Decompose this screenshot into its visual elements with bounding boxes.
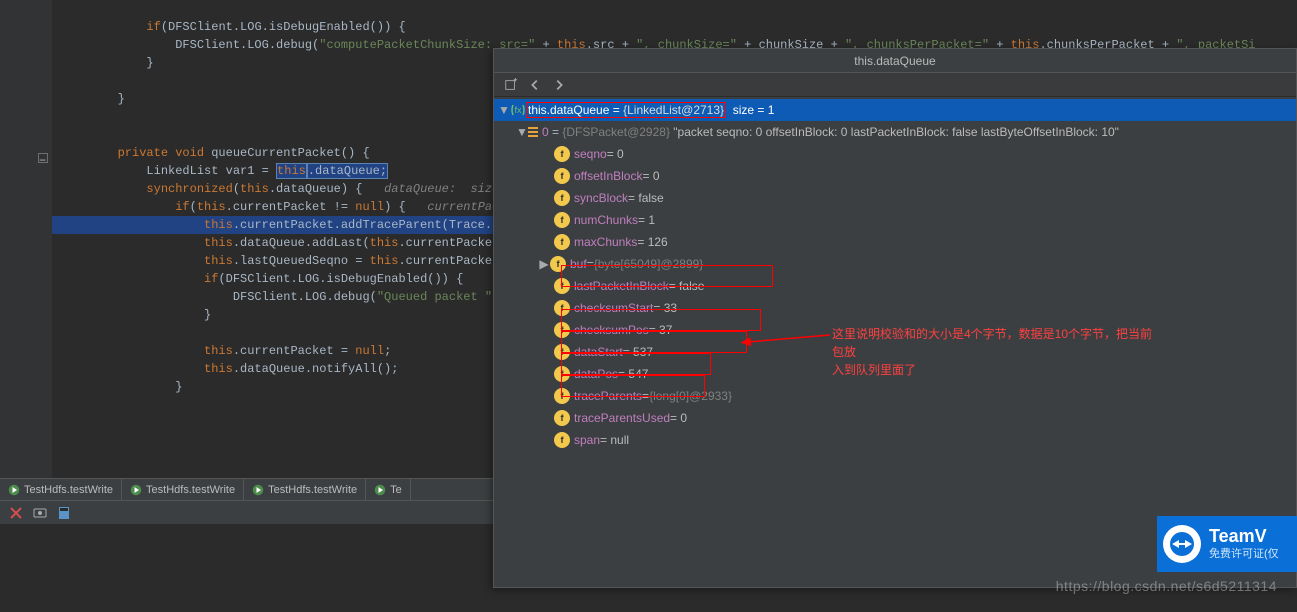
field-icon: f: [554, 322, 570, 338]
root-class: {LinkedList@2713}: [623, 103, 724, 117]
field-value: = null: [600, 433, 629, 447]
field-offsetInBlock[interactable]: f offsetInBlock = 0: [494, 165, 1296, 187]
field-name: dataPos: [574, 367, 618, 381]
forward-icon[interactable]: [552, 78, 566, 92]
tab-label: Te: [390, 484, 402, 496]
field-icon: f: [554, 300, 570, 316]
run-icon: [252, 484, 264, 496]
tab-testwrite-3[interactable]: TestHdfs.testWrite: [244, 479, 366, 501]
field-name: traceParentsUsed: [574, 411, 670, 425]
variables-tree[interactable]: ▼ fx this.dataQueue = {LinkedList@2713} …: [494, 97, 1296, 453]
elem-index: 0: [542, 125, 549, 139]
run-icon: [374, 484, 386, 496]
annotation-text: 这里说明校验和的大小是4个字节，数据是10个字节，把当前包放入到队列里面了: [832, 325, 1162, 379]
field-name: offsetInBlock: [574, 169, 642, 183]
teamviewer-icon: [1163, 525, 1201, 563]
panel-toolbar: [494, 73, 1296, 97]
field-seqno[interactable]: fseqno = 0: [494, 143, 1296, 165]
field-value: = 33: [653, 301, 677, 315]
field-value: = 0: [642, 169, 659, 183]
field-name: span: [574, 433, 600, 447]
field-name: checksumStart: [574, 301, 653, 315]
field-numChunks[interactable]: f numChunks = 1: [494, 209, 1296, 231]
field-value: = false: [669, 279, 705, 293]
field-name: dataStart: [574, 345, 623, 359]
field-span[interactable]: fspan = null: [494, 429, 1296, 451]
panel-title: this.dataQueue: [494, 49, 1296, 73]
field-value: =: [587, 257, 594, 271]
field-name: maxChunks: [574, 235, 637, 249]
field-value: = 37: [649, 323, 673, 337]
back-icon[interactable]: [528, 78, 542, 92]
calculator-icon[interactable]: [56, 505, 72, 521]
new-watch-icon[interactable]: [504, 78, 518, 92]
field-name: numChunks: [574, 213, 638, 227]
field-syncBlock[interactable]: f syncBlock = false: [494, 187, 1296, 209]
tab-label: TestHdfs.testWrite: [24, 484, 113, 496]
field-value: = false: [628, 191, 664, 205]
field-icon: f: [554, 388, 570, 404]
collapse-icon[interactable]: ▼: [498, 103, 510, 117]
eval-icon: fx: [510, 102, 526, 118]
run-icon: [8, 484, 20, 496]
field-checksumStart[interactable]: f checksumStart = 33: [494, 297, 1296, 319]
field-name: seqno: [574, 147, 607, 161]
field-value: = 537: [623, 345, 653, 359]
field-icon: f: [554, 410, 570, 426]
field-icon: f: [554, 278, 570, 294]
field-value: = 0: [670, 411, 687, 425]
run-icon: [130, 484, 142, 496]
debug-inspect-panel[interactable]: this.dataQueue ▼ fx this.dataQueue = {Li…: [493, 48, 1297, 588]
field-icon: f: [554, 190, 570, 206]
array-icon: [528, 127, 538, 137]
tab-testwrite-2[interactable]: TestHdfs.testWrite: [122, 479, 244, 501]
expand-icon[interactable]: ▶: [538, 257, 550, 271]
field-name: lastPacketInBlock: [574, 279, 669, 293]
field-icon: f: [554, 432, 570, 448]
field-icon: f: [550, 256, 566, 272]
field-maxChunks[interactable]: f maxChunks = 126: [494, 231, 1296, 253]
svg-text:fx: fx: [514, 105, 522, 115]
field-icon: f: [554, 234, 570, 250]
tab-label: TestHdfs.testWrite: [146, 484, 235, 496]
watch-icon[interactable]: [32, 505, 48, 521]
tab-label: TestHdfs.testWrite: [268, 484, 357, 496]
gutter: −: [0, 0, 52, 480]
close-icon[interactable]: [8, 505, 24, 521]
field-icon: f: [554, 212, 570, 228]
field-name: syncBlock: [574, 191, 628, 205]
root-name: this.dataQueue: [528, 103, 609, 117]
field-lastPacketInBlock[interactable]: f lastPacketInBlock = false: [494, 275, 1296, 297]
tab-testwrite-4[interactable]: Te: [366, 479, 411, 501]
teamviewer-text: TeamV免费许可证(仅: [1209, 527, 1279, 561]
field-value: = 1: [638, 213, 655, 227]
field-traceParentsUsed[interactable]: f traceParentsUsed = 0: [494, 407, 1296, 429]
collapse-icon[interactable]: ▼: [516, 125, 528, 139]
tree-elem-0[interactable]: ▼ 0 = {DFSPacket@2928} "packet seqno: 0 …: [494, 121, 1296, 143]
teamviewer-overlay[interactable]: TeamV免费许可证(仅: [1157, 516, 1297, 572]
tab-testwrite-1[interactable]: TestHdfs.testWrite: [0, 479, 122, 501]
field-icon: f: [554, 146, 570, 162]
annotation-arrow: [740, 320, 840, 360]
root-size: size = 1: [733, 103, 775, 117]
field-icon: f: [554, 366, 570, 382]
field-traceParents[interactable]: ftraceParents = {long[0]@2933}: [494, 385, 1296, 407]
field-name: traceParents: [574, 389, 642, 403]
elem-tostring: "packet seqno: 0 offsetInBlock: 0 lastPa…: [673, 125, 1119, 139]
field-name: checksumPos: [574, 323, 649, 337]
tree-root[interactable]: ▼ fx this.dataQueue = {LinkedList@2713} …: [494, 99, 1296, 121]
field-buf[interactable]: ▶fbuf = {byte[65049]@2899}: [494, 253, 1296, 275]
field-value: =: [642, 389, 649, 403]
fold-icon[interactable]: −: [38, 153, 48, 163]
field-icon: f: [554, 344, 570, 360]
field-value: = 0: [607, 147, 624, 161]
field-name: buf: [570, 257, 587, 271]
field-value: = 547: [618, 367, 648, 381]
watermark: https://blog.csdn.net/s6d5211314: [1056, 578, 1277, 594]
field-icon: f: [554, 168, 570, 184]
field-value: = 126: [637, 235, 667, 249]
elem-class: {DFSPacket@2928}: [562, 125, 670, 139]
